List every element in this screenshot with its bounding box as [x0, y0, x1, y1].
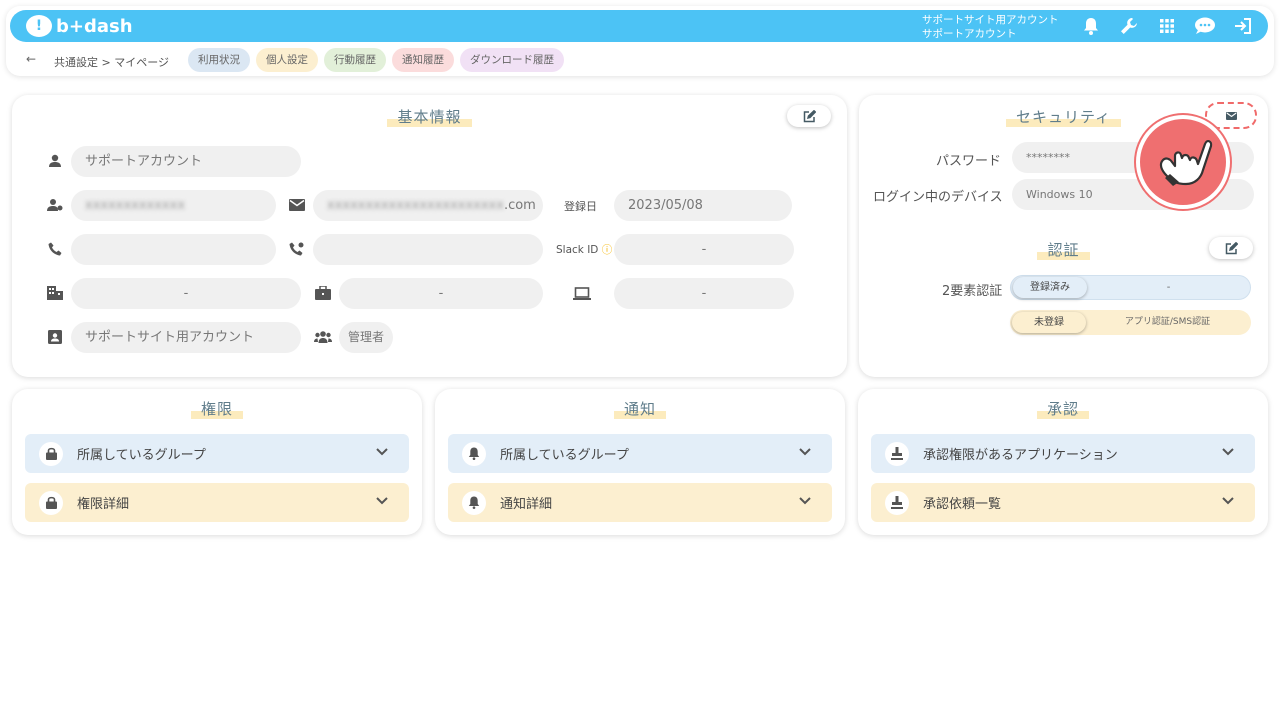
sub-navigation: ← 共通設定 > マイページ 利用状況 個人設定 行動履歴 通知履歴 ダウンロード履歴	[6, 48, 1274, 74]
account-info: サポートサイト用アカウント サポートアカウント	[922, 13, 1059, 41]
edit-auth-button[interactable]	[1209, 237, 1253, 259]
lock-icon	[39, 441, 63, 466]
stamp-icon	[885, 441, 909, 466]
permissions-title: 権限	[12, 398, 422, 419]
chevron-down-icon	[376, 448, 388, 456]
registered-value: -	[1166, 282, 1171, 293]
edit-icon	[1225, 241, 1238, 254]
approval-requests-accordion[interactable]: 承認依頼一覧	[871, 483, 1255, 522]
office-field: -	[71, 278, 301, 309]
permissions-groups-accordion[interactable]: 所属しているグループ	[25, 434, 409, 473]
approval-card: 承認 承認権限があるアプリケーション 承認依頼一覧	[858, 389, 1268, 535]
tab-1[interactable]: 個人設定	[256, 48, 318, 72]
building-icon	[46, 284, 64, 302]
notifications-title: 通知	[435, 398, 845, 419]
logo[interactable]: b+dash	[26, 13, 133, 39]
name-field: サポートアカウント	[71, 146, 301, 177]
accordion-label: 権限詳細	[77, 497, 130, 512]
briefcase-icon	[314, 284, 332, 302]
unregistered-badge: 未登録	[1012, 312, 1086, 333]
registered-date-label: 登録日	[564, 200, 597, 213]
auth-title: 認証	[859, 239, 1268, 260]
notifications-card: 通知 所属しているグループ 通知詳細	[435, 389, 845, 535]
mail-icon	[288, 196, 306, 214]
lock-icon	[39, 490, 63, 515]
logo-icon	[26, 15, 52, 37]
twofa-label: 2要素認証	[942, 284, 1003, 299]
slack-id-label: Slack ID ⓘ	[556, 244, 613, 256]
mail-icon	[1225, 111, 1237, 120]
basic-info-card: 基本情報 サポートアカウント xxxxxxxxxxxxx xxxxxxxxxxx…	[12, 95, 847, 377]
edit-icon	[803, 109, 816, 122]
chevron-down-icon	[1222, 448, 1234, 456]
chat-icon[interactable]	[1186, 14, 1224, 38]
pointing-hand-icon	[1159, 140, 1213, 186]
help-icon[interactable]: ⓘ	[602, 244, 613, 256]
person-icon	[46, 152, 64, 170]
role-field: 管理者	[339, 322, 393, 353]
bell-icon	[462, 441, 486, 466]
unregistered-value: アプリ認証/SMS認証	[1124, 317, 1211, 327]
account-name: サポートアカウント	[922, 28, 1017, 40]
twofa-unregistered-row: 未登録 アプリ認証/SMS認証	[1010, 310, 1251, 335]
wrench-icon[interactable]	[1110, 14, 1148, 38]
accordion-label: 所属しているグループ	[77, 448, 206, 463]
slack-id-field: -	[614, 234, 794, 265]
phone-forward-icon	[288, 240, 306, 258]
registered-badge: 登録済み	[1013, 277, 1087, 298]
chevron-down-icon	[1222, 497, 1234, 505]
approval-apps-accordion[interactable]: 承認権限があるアプリケーション	[871, 434, 1255, 473]
email-field: xxxxxxxxxxxxxxxxxxxxxxx.com	[313, 190, 543, 221]
phone-field	[71, 234, 276, 265]
permissions-detail-accordion[interactable]: 権限詳細	[25, 483, 409, 522]
bell-icon	[462, 490, 486, 515]
tab-3[interactable]: 通知履歴	[392, 48, 454, 72]
edit-basic-button[interactable]	[787, 105, 831, 127]
tab-0[interactable]: 利用状況	[188, 48, 250, 72]
group-icon	[314, 328, 332, 346]
contact-card-icon	[46, 328, 64, 346]
accordion-label: 所属しているグループ	[500, 448, 629, 463]
accordion-label: 通知詳細	[500, 497, 553, 512]
notifications-detail-accordion[interactable]: 通知詳細	[448, 483, 832, 522]
registered-date-field: 2023/05/08	[614, 190, 792, 221]
user-id-icon	[46, 196, 64, 214]
top-bar: b+dash サポートサイト用アカウント サポートアカウント	[10, 10, 1268, 42]
stamp-icon	[885, 490, 909, 515]
logo-text: b+dash	[56, 15, 133, 37]
device-field: -	[614, 278, 794, 309]
back-button[interactable]: ←	[26, 52, 36, 66]
notifications-groups-accordion[interactable]: 所属しているグループ	[448, 434, 832, 473]
permissions-card: 権限 所属しているグループ 権限詳細	[12, 389, 422, 535]
accordion-label: 承認権限があるアプリケーション	[923, 448, 1118, 463]
logout-icon[interactable]	[1224, 14, 1262, 38]
laptop-icon	[573, 284, 591, 302]
breadcrumb: 共通設定 > マイページ	[54, 56, 169, 69]
accordion-label: 承認依頼一覧	[923, 497, 1002, 512]
account-type-field: サポートサイト用アカウント	[71, 322, 301, 353]
chevron-down-icon	[376, 497, 388, 505]
chevron-down-icon	[799, 448, 811, 456]
department-field: -	[339, 278, 543, 309]
user-id-field: xxxxxxxxxxxxx	[71, 190, 276, 221]
basic-info-title: 基本情報	[12, 106, 847, 127]
security-card: セキュリティ パスワード ******** ログイン中のデバイス Windows…	[859, 95, 1268, 377]
mobile-field	[313, 234, 543, 265]
grid-icon[interactable]	[1148, 14, 1186, 38]
tab-2[interactable]: 行動履歴	[324, 48, 386, 72]
account-type: サポートサイト用アカウント	[922, 14, 1059, 26]
approval-title: 承認	[858, 398, 1268, 419]
chevron-down-icon	[799, 497, 811, 505]
login-device-label: ログイン中のデバイス	[873, 190, 1003, 205]
click-indicator	[1136, 115, 1230, 209]
twofa-registered-row: 登録済み -	[1010, 275, 1251, 300]
phone-icon	[46, 240, 64, 258]
password-label: パスワード	[936, 154, 1002, 169]
header-panel: b+dash サポートサイト用アカウント サポートアカウント ← 共	[6, 6, 1274, 76]
bell-icon[interactable]	[1072, 14, 1110, 38]
tab-4[interactable]: ダウンロード履歴	[460, 48, 564, 72]
